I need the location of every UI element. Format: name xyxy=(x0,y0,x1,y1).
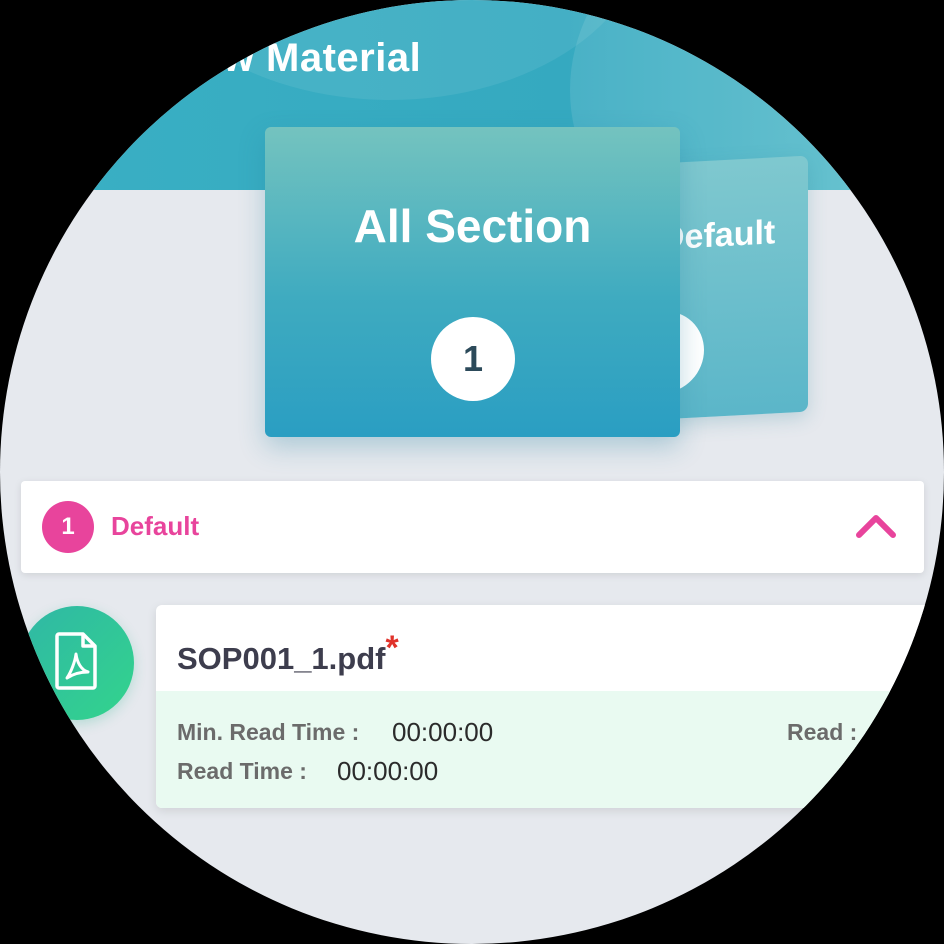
screen: View Material Default 0 All Section 1 1 … xyxy=(0,0,944,944)
section-name: Default xyxy=(111,511,200,541)
material-file-card[interactable]: SOP001_1.pdf* Min. Read Time : 00:00:00 … xyxy=(156,605,944,808)
file-meta: Min. Read Time : 00:00:00 Read : Read Ti… xyxy=(156,691,944,808)
file-name-row: SOP001_1.pdf* xyxy=(177,629,399,678)
page-title: View Material xyxy=(162,36,422,80)
min-read-time-value: 00:00:00 xyxy=(392,717,494,747)
read-time-value: 00:00:00 xyxy=(337,756,439,786)
section-card-label: All Section xyxy=(353,200,592,252)
read-status-label: Read : xyxy=(787,719,858,745)
file-type-badge xyxy=(20,606,134,720)
section-number-badge: 1 xyxy=(42,501,94,553)
file-name: SOP001_1.pdf xyxy=(177,641,386,676)
section-accordion-header[interactable]: 1 Default xyxy=(21,481,924,573)
pdf-file-icon xyxy=(55,632,97,690)
min-read-time-label: Min. Read Time : xyxy=(177,719,360,745)
chevron-up-icon[interactable] xyxy=(855,505,897,547)
section-card-all[interactable]: All Section 1 xyxy=(265,127,680,437)
required-marker: * xyxy=(385,629,399,667)
section-card-count: 1 xyxy=(431,317,515,401)
read-time-label: Read Time : xyxy=(177,758,307,784)
